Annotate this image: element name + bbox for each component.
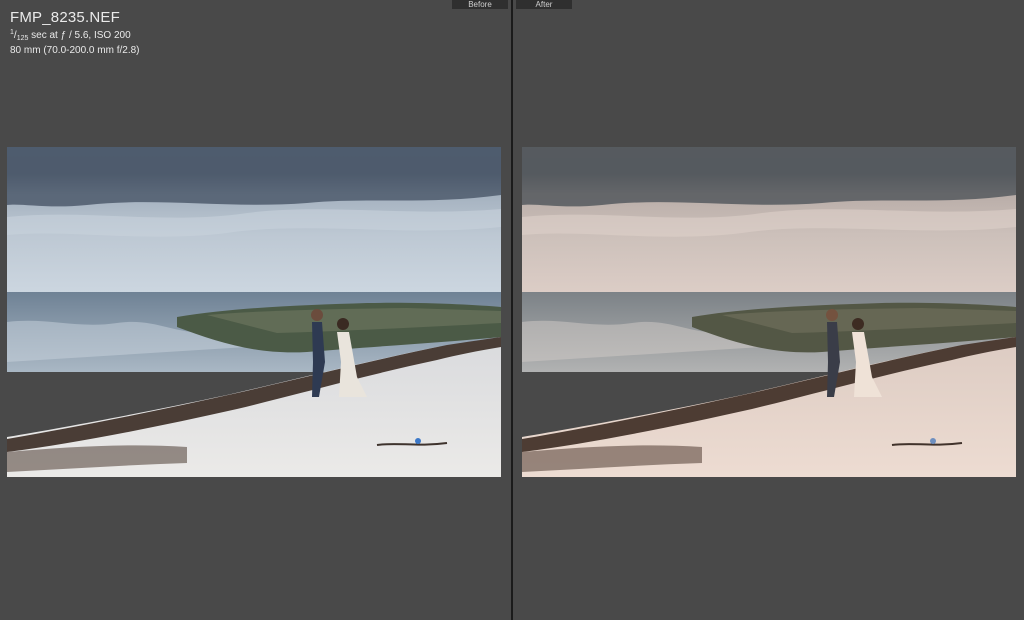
filename-label: FMP_8235.NEF [10, 9, 120, 26]
exposure-details: sec at ƒ / 5.6, ISO 200 [28, 30, 131, 41]
before-photo[interactable] [7, 147, 501, 477]
lens-label: 80 mm (70.0-200.0 mm f/2.8) [10, 45, 140, 56]
shutter-denominator: 125 [16, 35, 29, 42]
after-label-tab[interactable]: After [516, 0, 572, 9]
after-photo[interactable] [522, 147, 1016, 477]
exposure-label: 1/125 sec at ƒ / 5.6, ISO 200 [10, 29, 131, 42]
shutter-numerator: 1 [10, 29, 14, 36]
before-label-tab[interactable]: Before [452, 0, 508, 9]
photo-info-overlay: FMP_8235.NEF 1/125 sec at ƒ / 5.6, ISO 2… [10, 9, 140, 57]
compare-divider[interactable] [510, 0, 514, 620]
divider-line [511, 0, 513, 620]
compare-view: Before After FMP_8235.NEF 1/125 sec at ƒ… [0, 0, 1024, 620]
before-photo-image [7, 147, 501, 477]
after-photo-image [522, 147, 1016, 477]
